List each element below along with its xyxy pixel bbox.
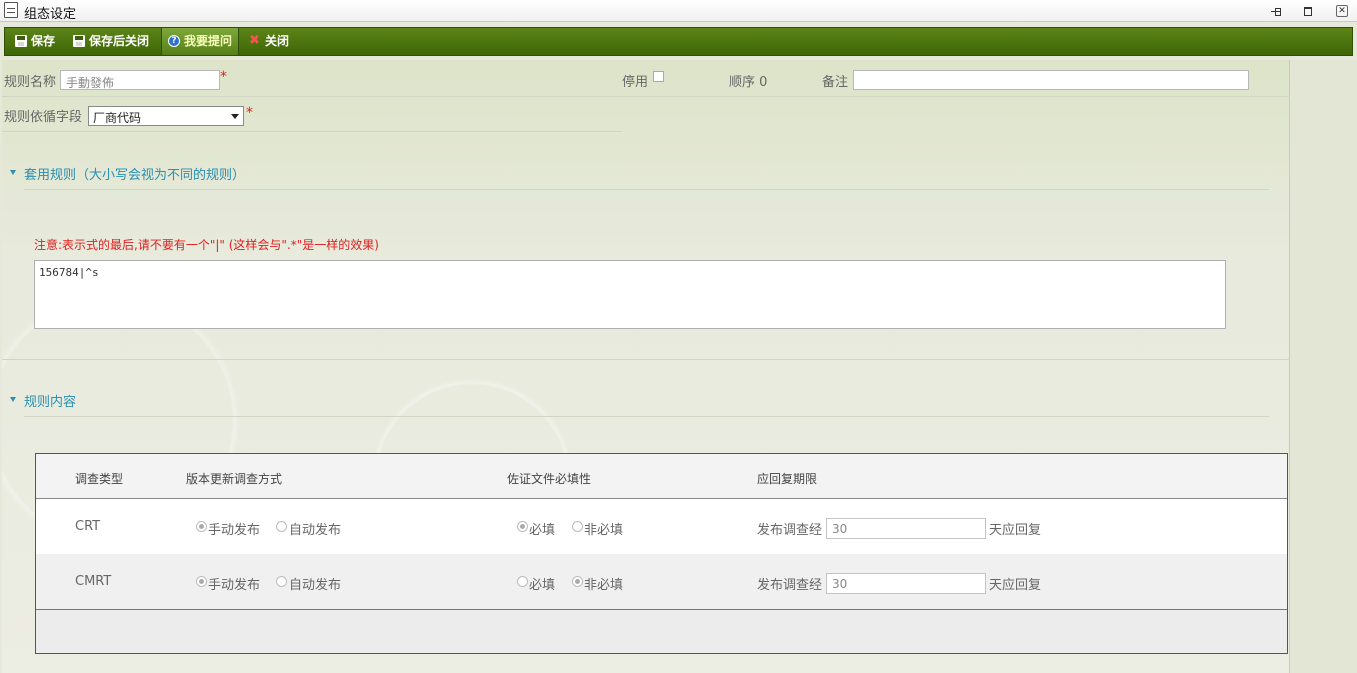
collapse-icon[interactable]: [10, 397, 16, 402]
type-cell: CMRT: [75, 574, 112, 589]
order-label: 顺序 0: [729, 75, 768, 90]
required-mark: *: [246, 105, 253, 121]
disk-icon: [73, 35, 85, 47]
radio-label: 非必填: [584, 578, 624, 593]
deadline-input[interactable]: 30: [826, 573, 986, 594]
save-close-button[interactable]: 保存后关闭: [67, 28, 149, 55]
section-title-rule-content[interactable]: 规则内容: [24, 391, 76, 410]
remark-label: 备注: [822, 75, 849, 90]
column-header: 应回复期限: [757, 472, 818, 486]
divider: [2, 359, 1290, 360]
deadline-prefix: 发布调查经: [757, 578, 823, 593]
method-radio-manual[interactable]: [196, 576, 207, 587]
doc-radio-optional[interactable]: [572, 576, 583, 587]
disk-icon: [15, 35, 27, 47]
disabled-label: 停用: [622, 75, 649, 90]
doc-radio-optional[interactable]: [572, 521, 583, 532]
type-cell: CRT: [75, 519, 101, 534]
chevron-down-icon: [231, 114, 239, 119]
table-row: CRT 手动发布 自动发布 必填 非必填 发布调查经 30 天应回复: [36, 499, 1287, 554]
remark-input[interactable]: [853, 70, 1249, 90]
deadline-suffix: 天应回复: [989, 578, 1042, 593]
expression-textarea[interactable]: 156784|^s: [34, 260, 1226, 329]
question-icon: ?: [168, 35, 180, 47]
doc-radio-required[interactable]: [517, 521, 528, 532]
divider: [2, 96, 1290, 97]
section-title-apply-rules[interactable]: 套用规则（大小写会视为不同的规则）: [24, 164, 245, 183]
disabled-checkbox[interactable]: [653, 71, 664, 82]
toolbar: 保存 保存后关闭 ? 我要提问 ✖ 关闭: [4, 27, 1353, 56]
divider: [2, 131, 622, 132]
column-header: 佐证文件必填性: [507, 472, 592, 486]
collapse-icon[interactable]: [10, 170, 16, 175]
radio-label: 自动发布: [289, 578, 342, 593]
method-radio-auto[interactable]: [276, 521, 287, 532]
maximize-icon[interactable]: [1302, 5, 1314, 17]
column-header: 调查类型: [75, 472, 124, 486]
deadline-suffix: 天应回复: [989, 523, 1042, 538]
window-title: 组态设定: [24, 7, 77, 22]
required-mark: *: [220, 69, 227, 85]
field-select[interactable]: 厂商代码: [88, 106, 244, 126]
column-header: 版本更新调查方式: [186, 472, 283, 486]
rule-name-label: 规则名称: [4, 75, 57, 90]
radio-label: 手动发布: [208, 523, 261, 538]
divider: [24, 416, 1269, 417]
table-footer: [36, 609, 1287, 653]
method-radio-manual[interactable]: [196, 521, 207, 532]
field-label: 规则依循字段: [4, 110, 83, 125]
help-button[interactable]: ? 我要提问: [161, 28, 240, 55]
radio-label: 非必填: [584, 523, 624, 538]
table-row: CMRT 手动发布 自动发布 必填 非必填 发布调查经 30 天应回复: [36, 554, 1287, 609]
radio-label: 手动发布: [208, 578, 261, 593]
doc-radio-required[interactable]: [517, 576, 528, 587]
close-x-icon: ✖: [249, 33, 260, 48]
radio-label: 必填: [529, 578, 556, 593]
window-titlebar: 组态设定 ✕: [0, 0, 1357, 22]
deadline-prefix: 发布调查经: [757, 523, 823, 538]
document-icon: [4, 2, 18, 18]
rule-table: 调查类型 版本更新调查方式 佐证文件必填性 应回复期限 CRT 手动发布 自动发…: [35, 453, 1288, 654]
method-radio-auto[interactable]: [276, 576, 287, 587]
warning-text: 注意:表示式的最后,请不要有一个"|" (这样会与".*"是一样的效果): [34, 238, 379, 252]
pin-icon[interactable]: [1270, 5, 1282, 17]
side-strip: [1290, 60, 1357, 673]
radio-label: 必填: [529, 523, 556, 538]
rule-name-input[interactable]: 手動發佈: [60, 70, 220, 90]
close-icon[interactable]: ✕: [1336, 5, 1348, 17]
save-button[interactable]: 保存: [9, 28, 55, 55]
radio-label: 自动发布: [289, 523, 342, 538]
table-header: 调查类型 版本更新调查方式 佐证文件必填性 应回复期限: [36, 454, 1287, 499]
divider: [24, 189, 1269, 190]
close-button[interactable]: ✖ 关闭: [243, 28, 289, 55]
deadline-input[interactable]: 30: [826, 518, 986, 539]
